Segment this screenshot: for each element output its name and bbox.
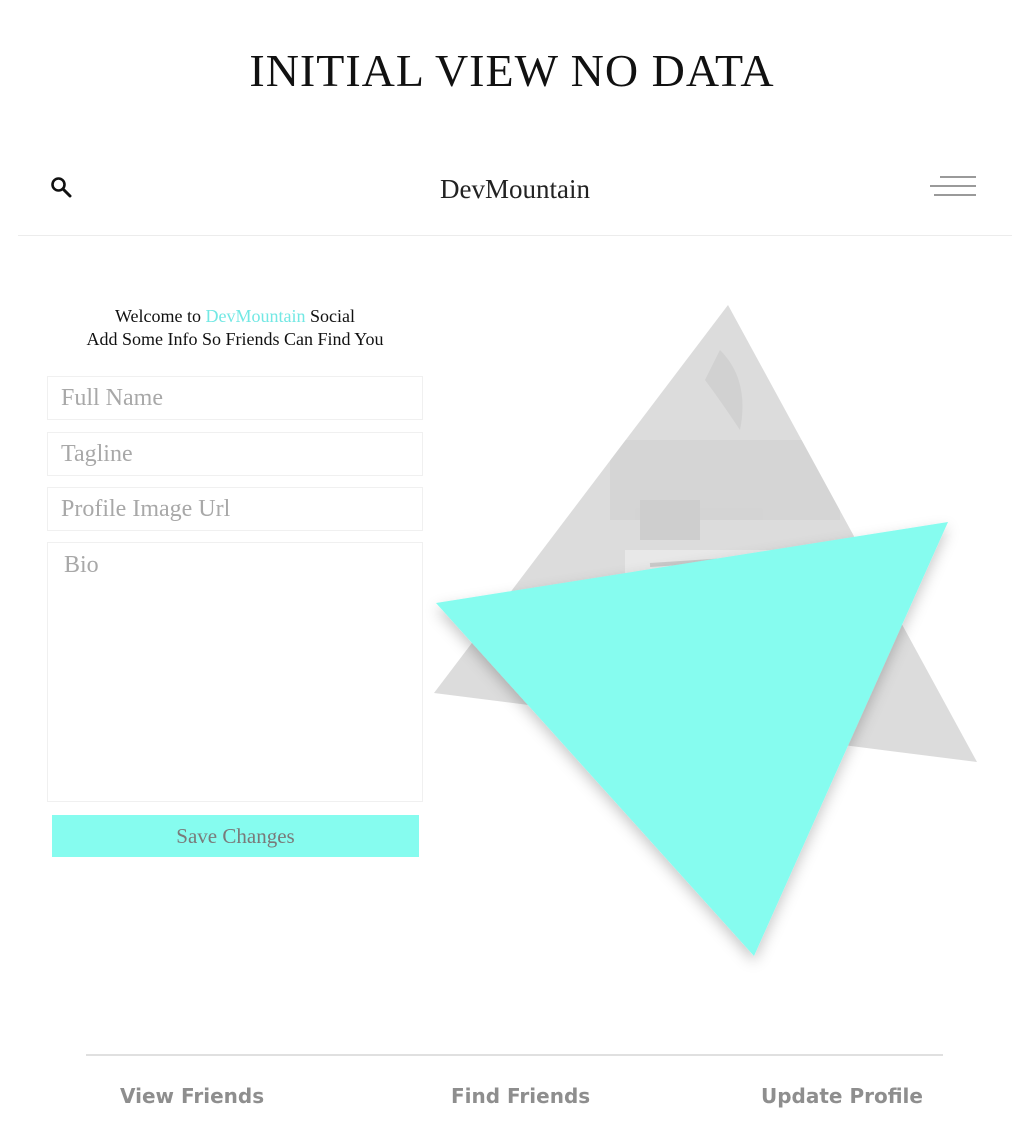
- find-friends-link[interactable]: Find Friends: [451, 1084, 590, 1108]
- welcome-line-2: Add Some Info So Friends Can Find You: [86, 329, 384, 349]
- tagline-input[interactable]: [47, 432, 423, 476]
- triangle-illustration: [434, 305, 977, 956]
- full-name-input[interactable]: [47, 376, 423, 420]
- top-nav-bar: DevMountain: [18, 150, 1012, 236]
- save-changes-button[interactable]: Save Changes: [52, 815, 419, 857]
- welcome-brand: DevMountain: [205, 306, 306, 326]
- welcome-line-1: Welcome to DevMountain Social: [40, 305, 430, 328]
- page-title: INITIAL VIEW NO DATA: [249, 45, 775, 96]
- bio-textarea[interactable]: [47, 542, 423, 802]
- search-icon[interactable]: [50, 176, 72, 198]
- footer-divider: [86, 1054, 943, 1056]
- profile-image-url-input[interactable]: [47, 487, 423, 531]
- hamburger-menu-icon[interactable]: [930, 174, 976, 200]
- welcome-message: Welcome to DevMountain Social Add Some I…: [40, 305, 430, 351]
- brand-title[interactable]: DevMountain: [440, 174, 590, 204]
- update-profile-link[interactable]: Update Profile: [761, 1084, 923, 1108]
- welcome-suffix: Social: [310, 306, 355, 326]
- welcome-prefix: Welcome to: [114, 306, 202, 326]
- view-friends-link[interactable]: View Friends: [120, 1084, 264, 1108]
